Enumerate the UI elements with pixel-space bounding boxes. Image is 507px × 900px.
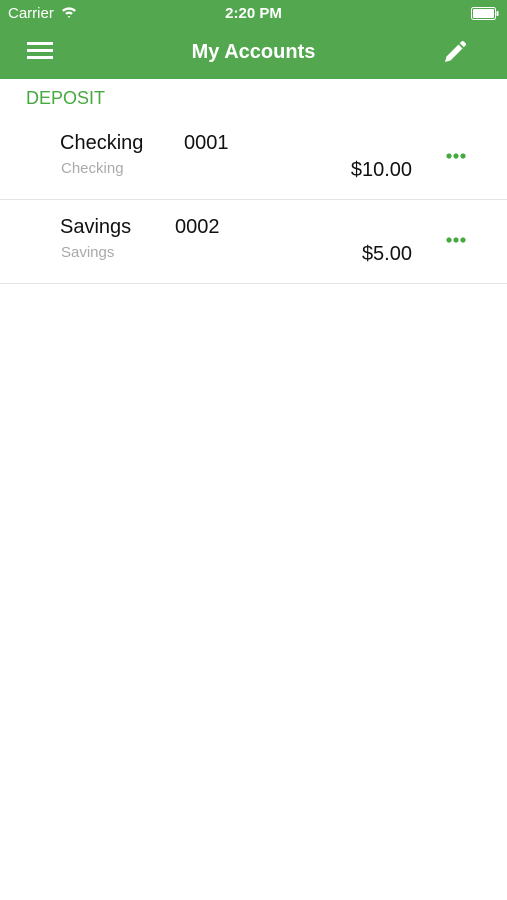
account-number: 0001: [184, 132, 229, 154]
account-name: Savings: [60, 216, 132, 238]
account-row-checking[interactable]: Checking 0001 Checking $10.00: [0, 116, 507, 200]
more-options-icon[interactable]: [441, 146, 471, 166]
account-number: 0002: [175, 216, 220, 238]
deposit-section-header: DEPOSIT: [26, 88, 106, 108]
my-accounts-screen: Carrier 2:20 PM My Accounts DEPOSIT Chec…: [0, 0, 507, 900]
more-options-icon[interactable]: [441, 230, 471, 250]
account-balance: $5.00: [361, 243, 412, 265]
status-time: 2:20 PM: [225, 5, 282, 22]
account-list: Checking 0001 Checking $10.00 Savings 00…: [0, 116, 507, 284]
account-row-savings[interactable]: Savings 0002 Savings $5.00: [0, 200, 507, 284]
navigation-bar: My Accounts: [0, 28, 507, 79]
account-balance: $10.00: [350, 159, 412, 181]
account-name: Checking: [60, 132, 144, 154]
battery-icon: [471, 7, 499, 20]
status-bar: Carrier 2:20 PM: [0, 0, 507, 28]
page-title: My Accounts: [191, 41, 316, 63]
top-bar: Carrier 2:20 PM My Accounts: [0, 0, 507, 79]
account-type: Savings: [61, 244, 115, 261]
account-type: Checking: [61, 160, 124, 177]
pencil-icon[interactable]: [441, 40, 467, 66]
